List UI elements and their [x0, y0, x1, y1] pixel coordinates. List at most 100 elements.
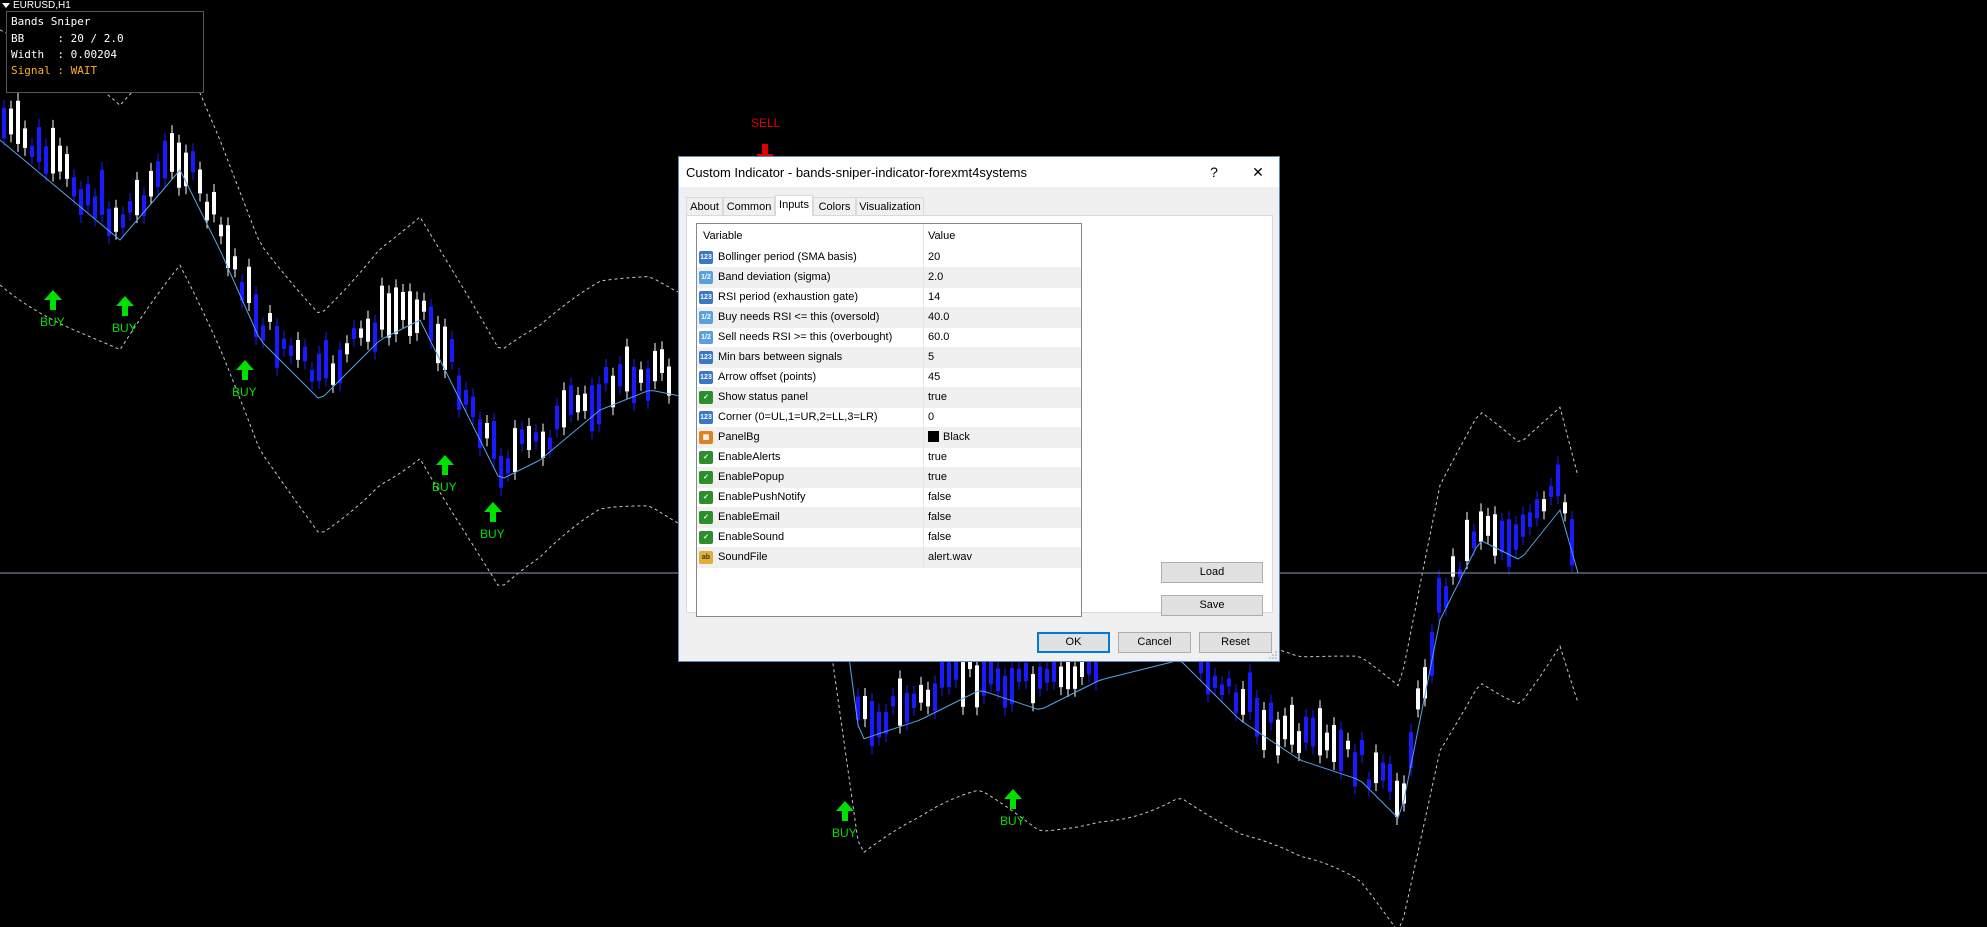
variable-name: SoundFile [718, 551, 768, 563]
column-header-value[interactable]: Value [928, 230, 955, 242]
variable-name: EnableAlerts [718, 451, 781, 463]
variable-name: RSI period (exhaustion gate) [718, 291, 859, 303]
input-row[interactable]: ▦ PanelBg Black [697, 428, 1081, 448]
status-bb-line: BB : 20 / 2.0 [11, 32, 124, 45]
tab-visualization[interactable]: Visualization [856, 197, 924, 215]
bool-type-icon: ✓ [699, 511, 713, 524]
input-row[interactable]: ✓ EnablePopup true [697, 468, 1081, 488]
tab-inputs[interactable]: Inputs [775, 195, 813, 216]
dbl-type-icon: 1/2 [699, 271, 713, 284]
num-type-icon: 123 [699, 251, 713, 264]
input-row[interactable]: ab SoundFile alert.wav [697, 548, 1081, 568]
tab-common[interactable]: Common [723, 197, 775, 215]
input-row[interactable]: 123 RSI period (exhaustion gate) 14 [697, 288, 1081, 308]
status-width-line: Width : 0.00204 [11, 48, 117, 61]
variable-value[interactable]: false [928, 491, 951, 503]
input-row[interactable]: 123 Min bars between signals 5 [697, 348, 1081, 368]
buy-arrow-icon [436, 455, 454, 475]
buy-arrow-icon [1004, 789, 1022, 809]
variable-value[interactable]: 20 [928, 251, 940, 263]
variable-value[interactable]: 0 [928, 411, 934, 423]
variable-name: EnablePushNotify [718, 491, 806, 503]
color-name: Black [943, 431, 970, 443]
variable-value[interactable]: Black [928, 431, 970, 443]
variable-value[interactable]: 45 [928, 371, 940, 383]
variable-name: Corner (0=UL,1=UR,2=LL,3=LR) [718, 411, 878, 423]
variable-value[interactable]: false [928, 531, 951, 543]
variable-value[interactable]: 14 [928, 291, 940, 303]
input-row[interactable]: 1/2 Buy needs RSI <= this (oversold) 40.0 [697, 308, 1081, 328]
input-row[interactable]: ✓ EnableEmail false [697, 508, 1081, 528]
input-row[interactable]: 1/2 Sell needs RSI >= this (overbought) 60… [697, 328, 1081, 348]
status-panel: Bands Sniper BB : 20 / 2.0 Width : 0.002… [6, 11, 204, 93]
tab-colors[interactable]: Colors [813, 197, 856, 215]
bool-type-icon: ✓ [699, 451, 713, 464]
bool-type-icon: ✓ [699, 391, 713, 404]
color-swatch [928, 431, 939, 442]
variable-value[interactable]: true [928, 471, 947, 483]
symbol-text: EURUSD,H1 [13, 0, 71, 11]
variable-value[interactable]: true [928, 451, 947, 463]
input-row[interactable]: 123 Bollinger period (SMA basis) 20 [697, 248, 1081, 268]
variable-name: Buy needs RSI <= this (oversold) [718, 311, 880, 323]
variable-name: Bollinger period (SMA basis) [718, 251, 857, 263]
variable-value[interactable]: 2.0 [928, 271, 943, 283]
grid-header: Variable Value [697, 224, 1081, 248]
bool-type-icon: ✓ [699, 491, 713, 504]
reset-button[interactable]: Reset [1199, 632, 1272, 653]
symbol-label: EURUSD,H1 [2, 0, 71, 11]
variable-name: Min bars between signals [718, 351, 843, 363]
variable-name: EnableSound [718, 531, 785, 543]
buy-arrow-icon [484, 502, 502, 522]
variable-name: EnablePopup [718, 471, 785, 483]
buy-signal-label: BUY [432, 480, 457, 494]
num-type-icon: 123 [699, 411, 713, 424]
dialog-titlebar[interactable]: Custom Indicator - bands-sniper-indicato… [679, 157, 1279, 187]
num-type-icon: 123 [699, 371, 713, 384]
sell-signal-label: SELL [751, 116, 781, 130]
num-type-icon: 123 [699, 351, 713, 364]
buy-signal-label: BUY [832, 826, 857, 840]
variable-value[interactable]: 40.0 [928, 311, 949, 323]
buy-signal-label: BUY [1000, 814, 1025, 828]
buy-signal-label: BUY [112, 321, 137, 335]
variable-name: Show status panel [718, 391, 808, 403]
dbl-type-icon: 1/2 [699, 331, 713, 344]
resize-grip-icon[interactable] [1269, 651, 1277, 659]
col-type-icon: ▦ [699, 431, 713, 444]
tab-about[interactable]: About [686, 197, 723, 215]
num-type-icon: 123 [699, 291, 713, 304]
input-row[interactable]: 123 Arrow offset (points) 45 [697, 368, 1081, 388]
buy-signal-label: BUY [40, 315, 65, 329]
status-panel-title: Bands Sniper [11, 15, 91, 28]
variable-value[interactable]: 5 [928, 351, 934, 363]
status-signal-line: Signal : WAIT [11, 64, 98, 77]
input-row[interactable]: ✓ Show status panel true [697, 388, 1081, 408]
variable-value[interactable]: false [928, 511, 951, 523]
input-row[interactable]: ✓ EnableAlerts true [697, 448, 1081, 468]
inputs-grid[interactable]: Variable Value 123 Bollinger period (SMA … [696, 223, 1082, 617]
dialog-title: Custom Indicator - bands-sniper-indicato… [686, 165, 1028, 180]
buy-arrow-icon [836, 801, 854, 821]
input-row[interactable]: ✓ EnableSound false [697, 528, 1081, 548]
input-row[interactable]: ✓ EnablePushNotify false [697, 488, 1081, 508]
help-button[interactable]: ? [1192, 157, 1236, 187]
input-row[interactable]: 123 Corner (0=UL,1=UR,2=LL,3=LR) 0 [697, 408, 1081, 428]
variable-value[interactable]: alert.wav [928, 551, 972, 563]
ok-button[interactable]: OK [1037, 632, 1110, 653]
cancel-button[interactable]: Cancel [1118, 632, 1191, 653]
input-row[interactable]: 1/2 Band deviation (sigma) 2.0 [697, 268, 1081, 288]
close-button[interactable]: ✕ [1236, 157, 1280, 187]
bool-type-icon: ✓ [699, 531, 713, 544]
variable-name: EnableEmail [718, 511, 780, 523]
str-type-icon: ab [699, 551, 713, 564]
dropdown-triangle-icon[interactable] [2, 2, 10, 8]
bool-type-icon: ✓ [699, 471, 713, 484]
variable-value[interactable]: true [928, 391, 947, 403]
load-button[interactable]: Load [1161, 562, 1263, 583]
variable-value[interactable]: 60.0 [928, 331, 949, 343]
column-header-variable[interactable]: Variable [703, 230, 743, 242]
variable-name: Arrow offset (points) [718, 371, 817, 383]
save-button[interactable]: Save [1161, 595, 1263, 616]
variable-name: PanelBg [718, 431, 760, 443]
